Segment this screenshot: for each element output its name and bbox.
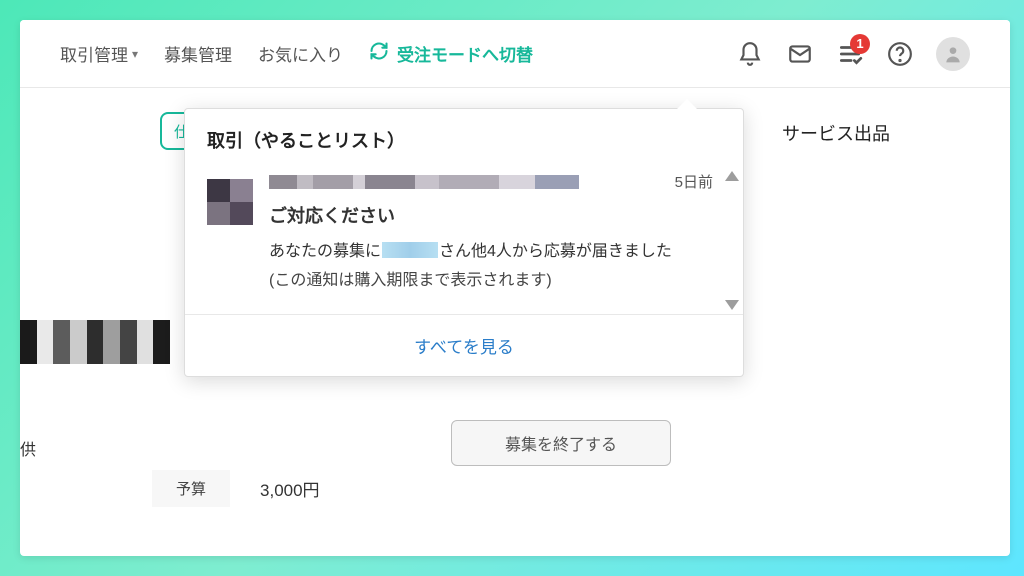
nav-transactions-label: 取引管理 [60, 41, 128, 66]
scroll-down-icon[interactable] [725, 300, 739, 310]
blurred-title [269, 175, 579, 189]
scroll-up-icon[interactable] [725, 171, 739, 181]
mode-switch-label: 受注モードへ切替 [397, 41, 533, 66]
pixelated-image [20, 320, 170, 364]
header-icons: 1 [736, 37, 970, 71]
service-listing-link[interactable]: サービス出品 [782, 120, 890, 146]
notification-headline: ご対応ください [269, 200, 731, 232]
notification-badge: 1 [850, 34, 870, 54]
supply-text: 供 [20, 436, 36, 460]
todo-popover: 取引（やることリスト） 5日前 ご対応ください あなたの募集にさん他4人から応募… [184, 108, 744, 377]
popover-title: 取引（やることリスト） [185, 109, 743, 167]
budget-row: 予算 3,000円 [152, 470, 320, 507]
todo-list-icon[interactable]: 1 [836, 40, 864, 68]
sync-icon [369, 41, 389, 66]
nav-recruitment[interactable]: 募集管理 [164, 41, 232, 66]
notification-thumbnail [207, 179, 253, 225]
notification-body: あなたの募集にさん他4人から応募が届きました [269, 238, 731, 267]
topbar: 取引管理 ▾ 募集管理 お気に入り 受注モードへ切替 1 [20, 20, 1010, 88]
budget-label: 予算 [152, 470, 230, 507]
nav-favorites[interactable]: お気に入り [258, 41, 343, 66]
chevron-down-icon: ▾ [132, 47, 138, 61]
bell-icon[interactable] [736, 40, 764, 68]
end-recruitment-button[interactable]: 募集を終了する [451, 420, 671, 466]
view-all-link[interactable]: すべてを見る [185, 314, 743, 376]
notification-note: (この通知は購入期限まで表示されます) [269, 267, 731, 296]
notification-time: 5日前 [675, 169, 713, 196]
avatar[interactable] [936, 37, 970, 71]
budget-value: 3,000円 [260, 476, 320, 501]
help-icon[interactable] [886, 40, 914, 68]
mode-switch-link[interactable]: 受注モードへ切替 [369, 41, 533, 66]
popover-body[interactable]: 5日前 ご対応ください あなたの募集にさん他4人から応募が届きました (この通知… [185, 167, 743, 314]
nav-transactions[interactable]: 取引管理 ▾ [60, 41, 138, 66]
blurred-username [382, 242, 438, 258]
mail-icon[interactable] [786, 40, 814, 68]
